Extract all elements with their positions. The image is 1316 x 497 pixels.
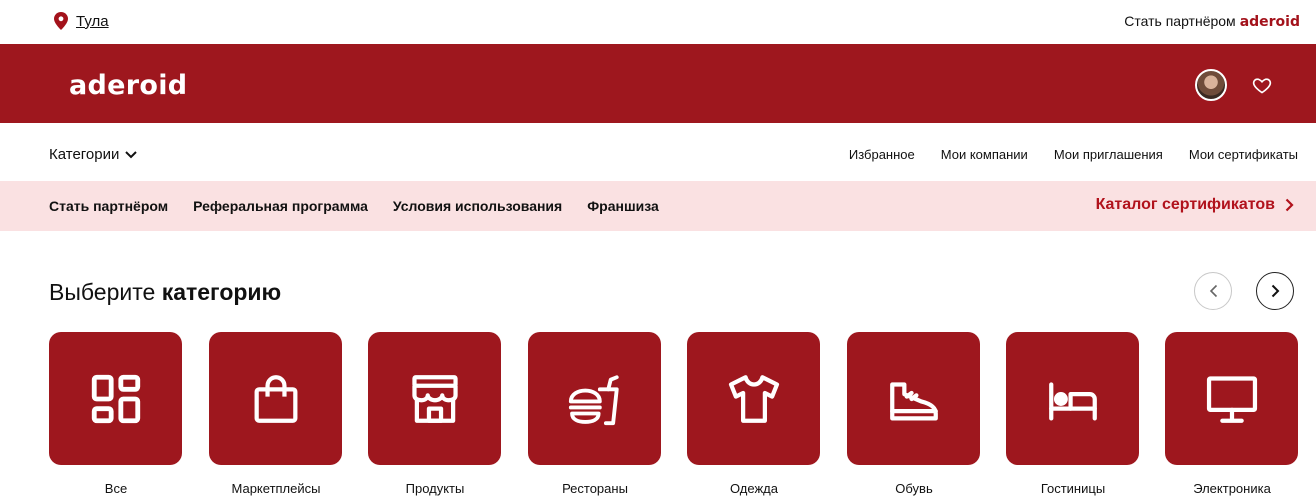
subnav-become-partner[interactable]: Стать партнёром	[49, 198, 168, 214]
catalog-certificates-link[interactable]: Каталог сертификатов	[1096, 196, 1294, 214]
category-tile-clothing[interactable]	[687, 332, 820, 465]
section-title-bold: категорию	[161, 279, 282, 305]
nav-bar: Категории Избранное Мои компании Мои при…	[0, 123, 1316, 181]
category-label-all: Все	[104, 481, 128, 496]
category-tile-shoes[interactable]	[847, 332, 980, 465]
category-tile-restaurants[interactable]	[528, 332, 661, 465]
store-icon	[411, 374, 458, 423]
category-label-marketplaces: Маркетплейсы	[231, 481, 321, 496]
category-label-clothing: Одежда	[729, 481, 778, 496]
main-header: aderoid	[0, 44, 1316, 123]
categories-label: Категории	[49, 146, 120, 163]
location-pin-icon	[54, 12, 68, 30]
section-title: Выберите категорию	[49, 279, 281, 306]
section-title-regular: Выберите	[49, 279, 156, 305]
become-partner-link[interactable]: Стать партнёром aderoid	[1124, 13, 1300, 30]
subnav-referral-program[interactable]: Реферальная программа	[193, 198, 368, 214]
category-label-hotels: Гостиницы	[1040, 481, 1106, 496]
category-tile-electronics[interactable]	[1165, 332, 1298, 465]
heart-icon[interactable]	[1252, 75, 1272, 95]
category-label-products: Продукты	[405, 481, 465, 496]
chevron-right-icon	[1285, 198, 1294, 212]
chevron-down-icon	[125, 150, 138, 158]
category-label-restaurants: Рестораны	[562, 481, 628, 496]
chevron-left-icon	[1209, 284, 1217, 298]
chevron-right-icon	[1271, 284, 1279, 298]
top-bar: Тула Стать партнёром aderoid	[0, 0, 1316, 44]
monitor-icon	[1206, 375, 1257, 423]
become-partner-text: Стать партнёром	[1124, 13, 1236, 29]
category-tile-products[interactable]	[368, 332, 501, 465]
tshirt-icon	[728, 374, 779, 423]
logo[interactable]: aderoid	[69, 70, 187, 101]
nav-favorites[interactable]: Избранное	[849, 147, 915, 162]
shopping-bag-icon	[254, 374, 297, 423]
city-name[interactable]: Тула	[76, 13, 109, 30]
subnav-terms[interactable]: Условия использования	[393, 198, 562, 214]
sneaker-icon	[889, 381, 938, 420]
subnav-franchise[interactable]: Франшиза	[587, 198, 659, 214]
city-selector[interactable]: Тула	[54, 12, 109, 30]
category-label-electronics: Электроника	[1193, 481, 1271, 496]
nav-my-companies[interactable]: Мои компании	[941, 147, 1028, 162]
avatar[interactable]	[1195, 69, 1227, 101]
categories-dropdown[interactable]: Категории	[49, 146, 138, 163]
grid-icon	[91, 374, 140, 423]
category-tile-all[interactable]	[49, 332, 182, 465]
category-label-shoes: Обувь	[895, 481, 933, 496]
bed-icon	[1048, 381, 1097, 420]
carousel-prev-button[interactable]	[1194, 272, 1232, 310]
sub-nav-links: Стать партнёром Реферальная программа Ус…	[49, 198, 659, 214]
user-nav-links: Избранное Мои компании Мои приглашения М…	[849, 147, 1298, 162]
nav-my-invitations[interactable]: Мои приглашения	[1054, 147, 1163, 162]
category-tile-hotels[interactable]	[1006, 332, 1139, 465]
category-tile-marketplaces[interactable]	[209, 332, 342, 465]
fast-food-icon	[568, 374, 619, 425]
nav-my-certificates[interactable]: Мои сертификаты	[1189, 147, 1298, 162]
catalog-label: Каталог сертификатов	[1095, 196, 1275, 213]
sub-nav: Стать партнёром Реферальная программа Ус…	[0, 181, 1316, 231]
carousel-next-button[interactable]	[1256, 272, 1294, 310]
partner-brand: aderoid	[1239, 14, 1300, 30]
